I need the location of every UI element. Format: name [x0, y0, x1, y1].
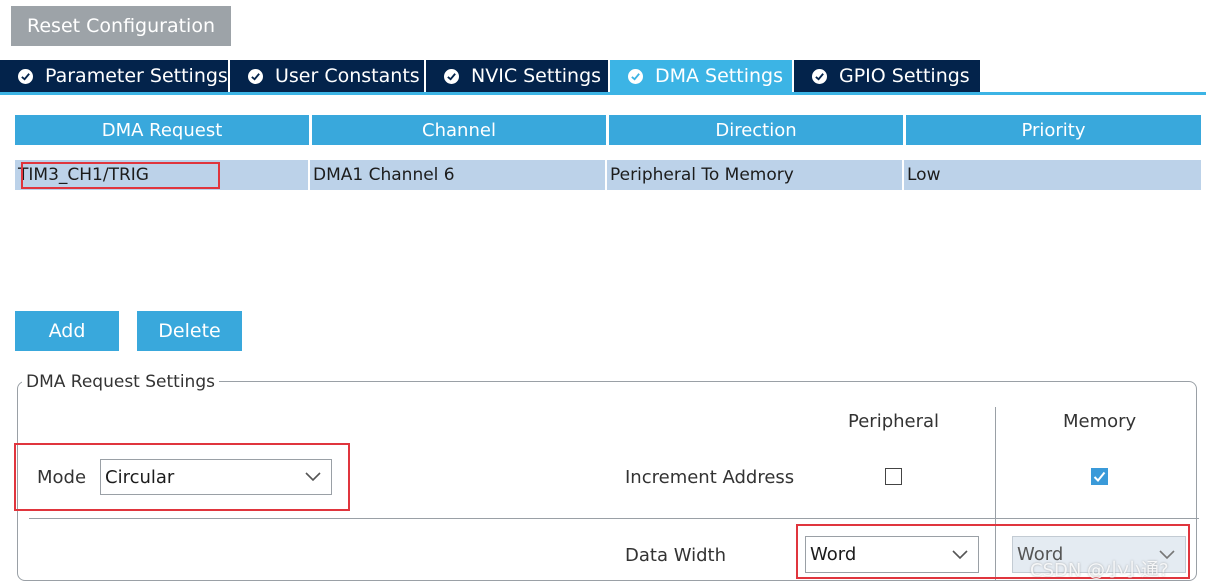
highlight-box [14, 443, 350, 511]
tab-label: Parameter Settings [45, 65, 228, 87]
check-circle-icon [248, 68, 263, 84]
tab-parameter-settings[interactable]: Parameter Settings [0, 60, 228, 92]
peripheral-header: Peripheral [848, 411, 940, 432]
checkmark-icon [1093, 471, 1106, 482]
check-circle-icon [812, 68, 827, 84]
tab-dma-settings[interactable]: DMA Settings [610, 60, 792, 92]
check-circle-icon [18, 68, 33, 84]
reset-configuration-button[interactable]: Reset Configuration [11, 6, 231, 46]
column-header-dma-request[interactable]: DMA Request [15, 115, 309, 145]
tab-nvic-settings[interactable]: NVIC Settings [426, 60, 608, 92]
memory-increment-checkbox[interactable] [1091, 468, 1108, 485]
check-circle-icon [628, 68, 643, 84]
tab-user-constants[interactable]: User Constants [230, 60, 424, 92]
group-title: DMA Request Settings [22, 372, 219, 392]
settings-tabs: Parameter Settings User Constants NVIC S… [0, 60, 1206, 92]
tab-label: GPIO Settings [839, 65, 970, 87]
peripheral-increment-checkbox[interactable] [885, 468, 902, 485]
column-header-priority[interactable]: Priority [906, 115, 1201, 145]
tab-underline [0, 92, 1206, 95]
data-width-label: Data Width [625, 545, 726, 566]
watermark-text: CSDN @小小通? [1030, 560, 1169, 581]
memory-header: Memory [1063, 411, 1137, 432]
tab-label: User Constants [275, 65, 420, 87]
column-header-channel[interactable]: Channel [312, 115, 606, 145]
column-header-direction[interactable]: Direction [609, 115, 903, 145]
tab-gpio-settings[interactable]: GPIO Settings [794, 60, 980, 92]
increment-address-label: Increment Address [625, 467, 795, 488]
delete-button[interactable]: Delete [137, 311, 242, 351]
tab-label: DMA Settings [655, 65, 783, 87]
tab-label: NVIC Settings [471, 65, 602, 87]
add-button[interactable]: Add [15, 311, 119, 351]
row-divider [29, 518, 1199, 519]
highlight-box [21, 162, 220, 189]
cell-direction[interactable]: Peripheral To Memory [607, 160, 902, 190]
check-circle-icon [444, 68, 459, 84]
cell-priority[interactable]: Low [904, 160, 1201, 190]
cell-channel[interactable]: DMA1 Channel 6 [310, 160, 605, 190]
